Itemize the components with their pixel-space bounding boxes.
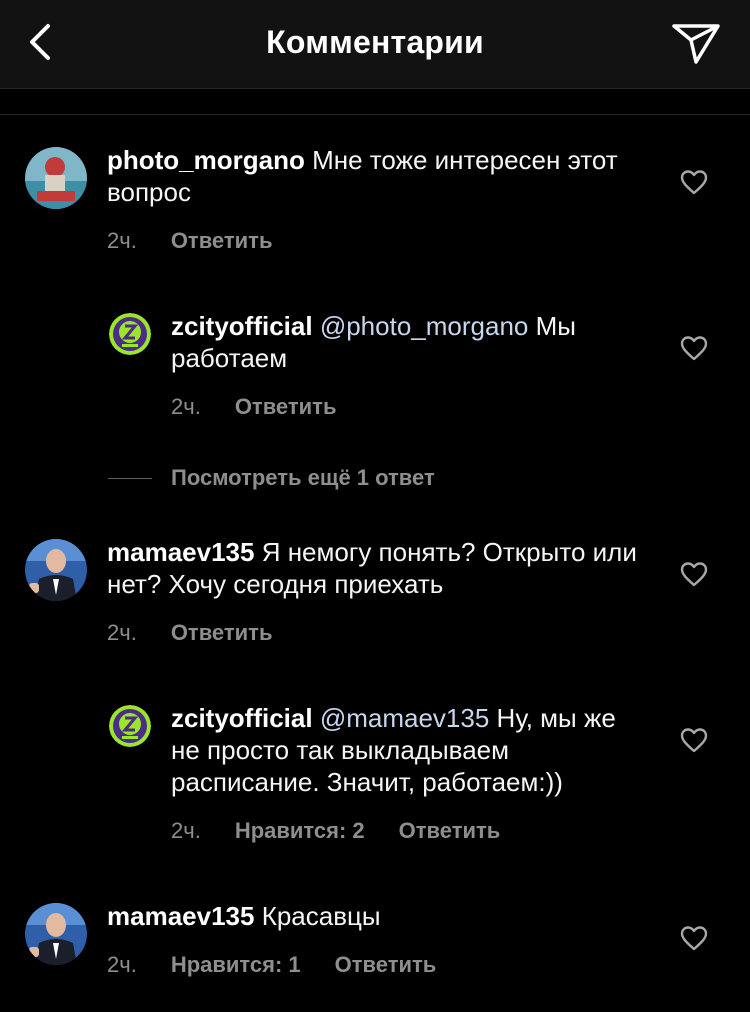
comment-username[interactable]: photo_morgano	[107, 145, 305, 175]
heart-icon[interactable]	[680, 727, 708, 753]
comment-text: photo_morgano Мне тоже интересен этот во…	[107, 144, 647, 208]
comment-text: mamaev135 Красавцы	[107, 900, 652, 932]
avatar[interactable]	[25, 147, 87, 209]
reply-button[interactable]: Ответить	[335, 952, 437, 978]
avatar[interactable]	[25, 539, 87, 601]
comment-meta: 2ч. Нравится: 1 Ответить	[107, 952, 436, 978]
view-more-replies-button[interactable]: Посмотреть ещё 1 ответ	[171, 465, 435, 491]
mention-link[interactable]: @mamaev135	[320, 703, 489, 733]
comment-body: Красавцы	[254, 901, 381, 931]
likes-count[interactable]: Нравится: 1	[171, 952, 301, 978]
comment-time: 2ч.	[171, 394, 201, 419]
heart-icon[interactable]	[680, 169, 708, 195]
heart-icon[interactable]	[680, 561, 708, 587]
comment-meta: 2ч. Нравится: 2 Ответить	[171, 818, 500, 844]
reply-button[interactable]: Ответить	[171, 620, 273, 646]
avatar[interactable]	[25, 903, 87, 965]
send-icon[interactable]	[670, 20, 722, 66]
comment-time: 2ч.	[171, 818, 201, 843]
comment-username[interactable]: zcityofficial	[171, 311, 313, 341]
likes-count[interactable]: Нравится: 2	[235, 818, 365, 844]
view-more-divider	[108, 478, 152, 479]
comment-meta: 2ч. Ответить	[107, 228, 272, 254]
comment-text: mamaev135 Я немогу понять? Открыто или н…	[107, 536, 652, 600]
comment-time: 2ч.	[107, 228, 137, 253]
comment-username[interactable]: mamaev135	[107, 901, 254, 931]
comment-time: 2ч.	[107, 952, 137, 977]
comment-username[interactable]: mamaev135	[107, 537, 254, 567]
comment-text: zcityofficial @photo_morgano Мы работаем	[171, 310, 641, 374]
comment-meta: 2ч. Ответить	[171, 394, 336, 420]
reply-button[interactable]: Ответить	[399, 818, 501, 844]
heart-icon[interactable]	[680, 335, 708, 361]
heart-icon[interactable]	[680, 925, 708, 951]
comment-meta: 2ч. Ответить	[107, 620, 272, 646]
avatar[interactable]	[109, 705, 151, 747]
comment-username[interactable]: zcityofficial	[171, 703, 313, 733]
header-divider	[0, 114, 750, 115]
page-title: Комментарии	[266, 24, 484, 60]
avatar[interactable]	[109, 313, 151, 355]
header-bar: Комментарии	[0, 0, 750, 89]
comment-time: 2ч.	[107, 620, 137, 645]
comment-text: zcityofficial @mamaev135 Ну, мы же не пр…	[171, 702, 641, 798]
reply-button[interactable]: Ответить	[235, 394, 337, 420]
mention-link[interactable]: @photo_morgano	[320, 311, 529, 341]
reply-button[interactable]: Ответить	[171, 228, 273, 254]
